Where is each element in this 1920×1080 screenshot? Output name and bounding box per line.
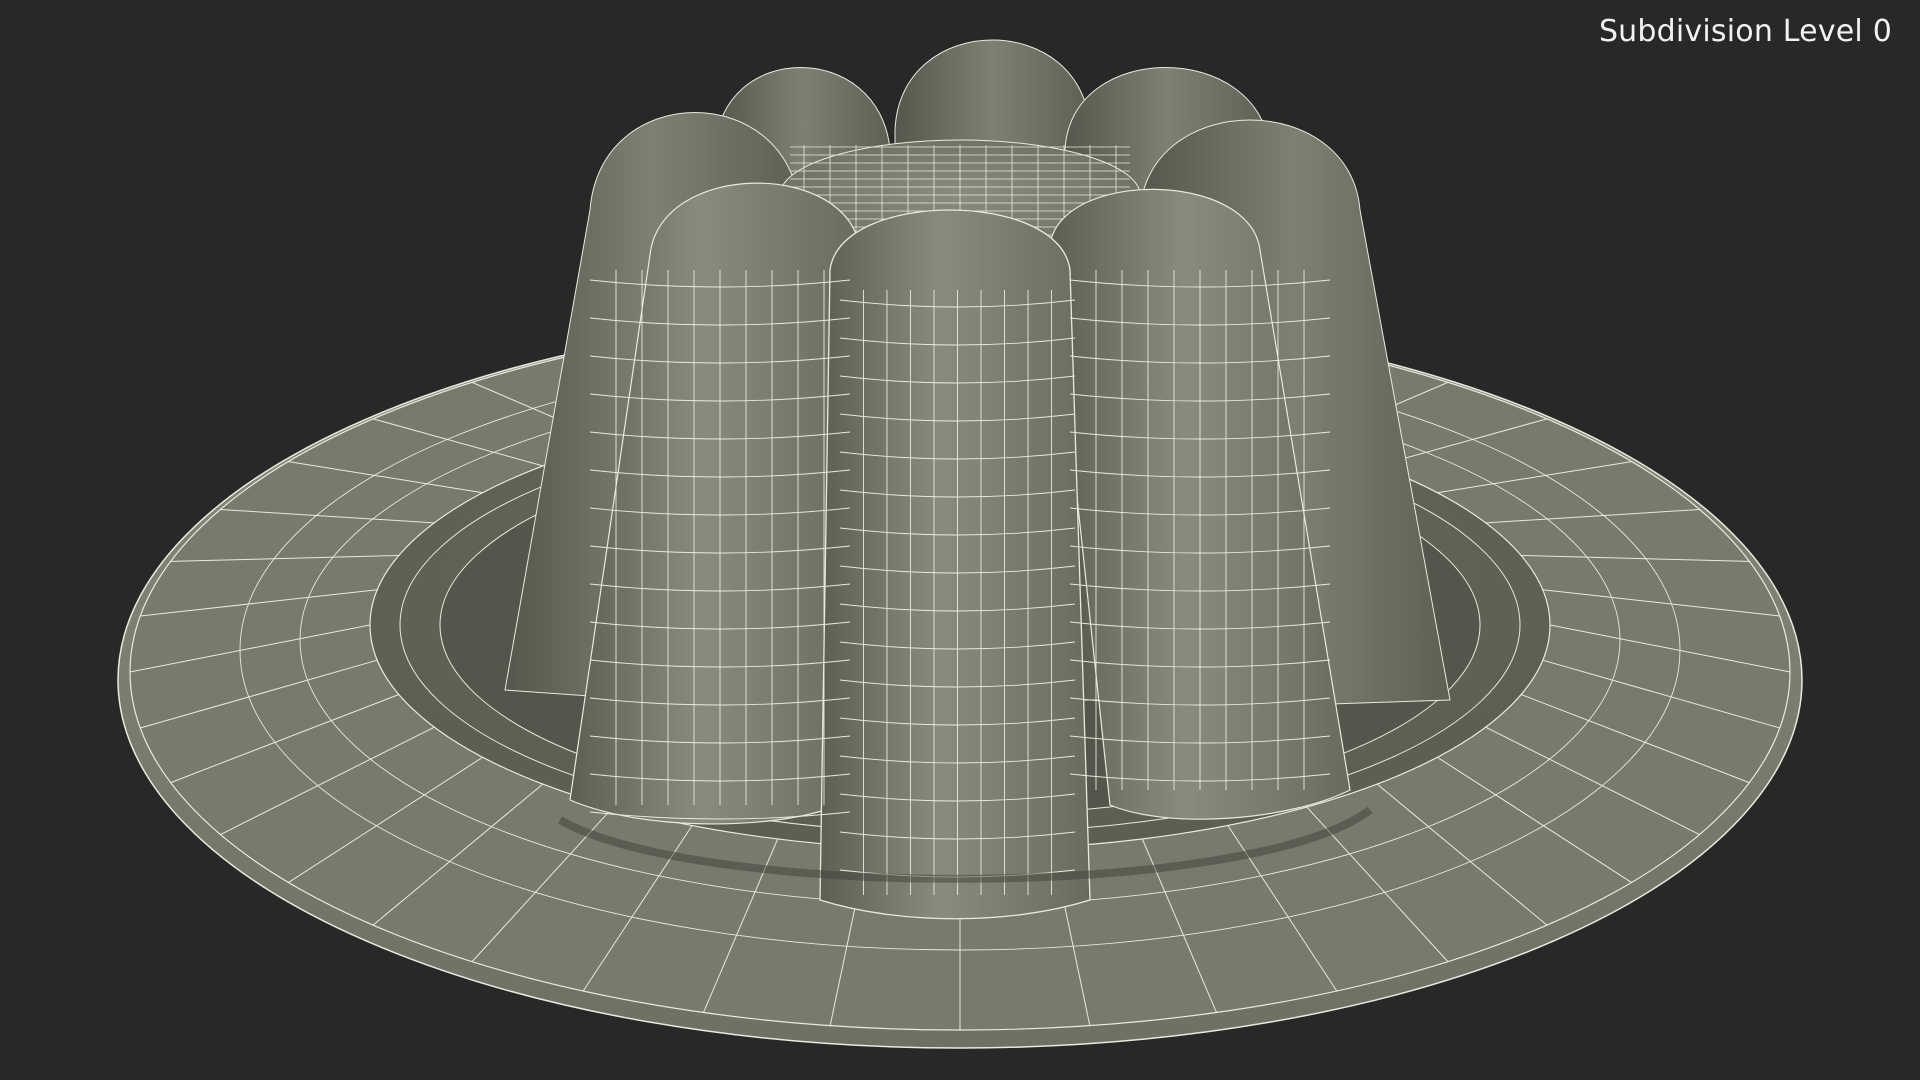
3d-viewport[interactable]: Subdivision Level 0 bbox=[0, 0, 1920, 1080]
model-render bbox=[117, 39, 1803, 1049]
subdivision-level-label: Subdivision Level 0 bbox=[1598, 14, 1892, 49]
pudding-front-lobes bbox=[569, 182, 1351, 920]
